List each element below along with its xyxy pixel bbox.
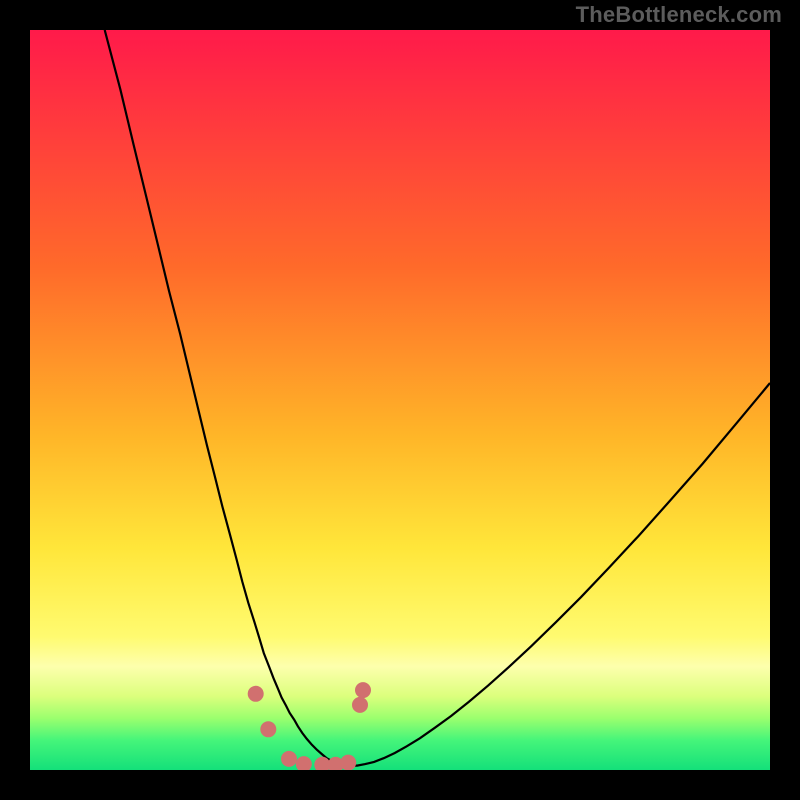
curve-marker bbox=[281, 751, 297, 767]
watermark-label: TheBottleneck.com bbox=[576, 2, 782, 28]
chart-frame: TheBottleneck.com bbox=[0, 0, 800, 800]
curve-marker bbox=[352, 697, 368, 713]
chart-background bbox=[30, 30, 770, 770]
chart-svg bbox=[30, 30, 770, 770]
curve-marker bbox=[260, 721, 276, 737]
curve-marker bbox=[355, 682, 371, 698]
curve-marker bbox=[248, 686, 264, 702]
chart-plot bbox=[30, 30, 770, 770]
curve-marker bbox=[340, 755, 356, 770]
